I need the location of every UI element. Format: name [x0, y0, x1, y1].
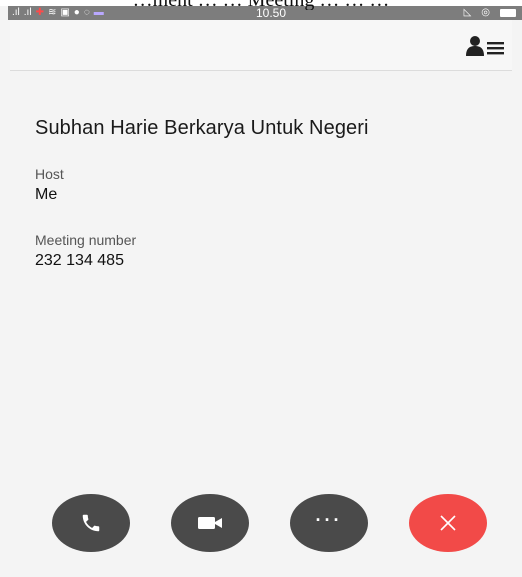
caption-overlay: …ment … … Meeting … … … [0, 0, 522, 10]
meeting-number-value: 232 134 485 [35, 252, 124, 269]
more-dots: ··· [315, 509, 343, 530]
video-camera-icon [198, 517, 222, 529]
video-button[interactable] [171, 494, 249, 552]
host-label: Host [35, 166, 64, 182]
end-call-button[interactable] [409, 494, 487, 552]
battery-icon [500, 9, 516, 17]
audio-button[interactable] [52, 494, 130, 552]
participants-button[interactable] [466, 34, 506, 58]
meeting-number-label: Meeting number [35, 232, 137, 248]
phone-icon [82, 514, 100, 532]
app-bar [10, 20, 512, 71]
more-button[interactable]: ··· [290, 494, 368, 552]
meeting-title: Subhan Harie Berkarya Untuk Negeri [35, 117, 369, 139]
close-icon [440, 515, 456, 531]
meeting-screen: .ıl .ıl ✚ ≋ ▣ ● ◌ ▬ 10.50 ◺ ◎ Subhan Har… [0, 0, 522, 577]
participants-list-icon [466, 36, 504, 56]
host-value: Me [35, 186, 58, 203]
